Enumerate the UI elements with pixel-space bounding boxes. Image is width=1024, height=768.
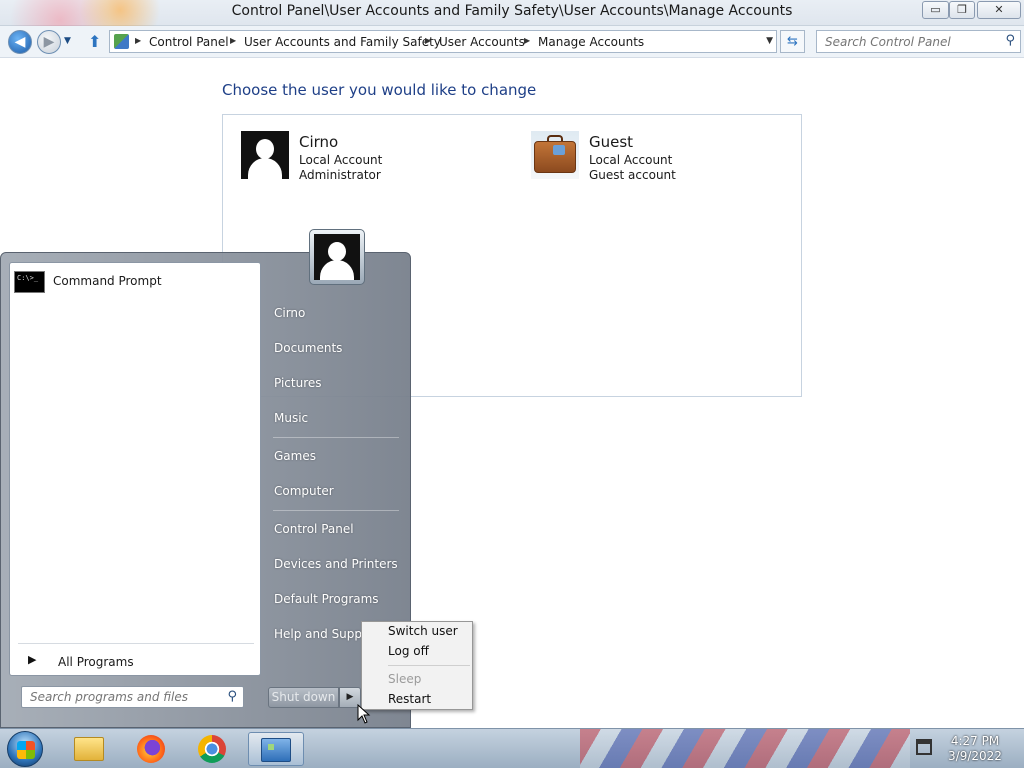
user-picture[interactable] — [309, 229, 365, 285]
command-prompt-icon: C:\>_ — [14, 271, 45, 293]
user-role: Guest account — [589, 168, 676, 182]
start-item-control-panel[interactable]: Control Panel — [274, 522, 354, 536]
breadcrumb-chevron-icon[interactable]: ▶ — [230, 36, 236, 45]
user-avatar-icon — [314, 234, 360, 280]
all-programs-button[interactable]: ▶ All Programs — [18, 653, 254, 673]
search-icon[interactable]: ⚲ — [1005, 33, 1015, 48]
user-account-type: Local Account — [589, 153, 673, 167]
wallpaper-decoration — [580, 729, 910, 768]
clock-date: 3/9/2022 — [948, 749, 1002, 763]
start-item-user[interactable]: Cirno — [274, 306, 305, 320]
menu-divider — [388, 665, 470, 666]
system-clock[interactable]: 4:27 PM 3/9/2022 — [940, 734, 1010, 764]
power-options-menu: Switch user Log off Sleep Restart — [361, 621, 473, 710]
menu-item-switch-user[interactable]: Switch user — [388, 624, 458, 638]
start-search-input[interactable] — [22, 687, 217, 707]
user-avatar-icon — [241, 131, 289, 179]
control-panel-icon — [114, 34, 129, 49]
page-heading: Choose the user you would like to change — [222, 81, 537, 99]
user-name: Guest — [589, 133, 634, 151]
start-item-devices-printers[interactable]: Devices and Printers — [274, 557, 398, 571]
chevron-right-icon: ▶ — [346, 692, 354, 702]
divider — [273, 510, 399, 511]
windows-explorer-icon[interactable] — [66, 732, 114, 766]
taskbar: 4:27 PM 3/9/2022 — [0, 728, 1024, 768]
chrome-icon[interactable] — [188, 732, 236, 766]
up-arrow-icon[interactable]: ⬆ — [88, 32, 101, 51]
menu-item-sleep: Sleep — [388, 672, 422, 686]
refresh-icon: ⇆ — [787, 34, 798, 49]
back-arrow-icon: ◀ — [14, 34, 26, 50]
breadcrumb-chevron-icon[interactable]: ▶ — [524, 36, 530, 45]
user-tile-cirno[interactable]: Cirno Local Account Administrator — [241, 131, 441, 182]
navigation-bar: ◀ ▶ ▼ ⬆ ▶ Control Panel ▶ User Accounts … — [0, 26, 1024, 58]
firefox-icon[interactable] — [127, 732, 175, 766]
refresh-button[interactable]: ⇆ — [780, 30, 805, 53]
breadcrumb-chevron-icon[interactable]: ▶ — [425, 36, 431, 45]
start-item-pictures[interactable]: Pictures — [274, 376, 322, 390]
maximize-button[interactable]: ❐ — [949, 1, 975, 19]
start-menu-programs-pane: C:\>_ Command Prompt ▶ All Programs — [9, 262, 261, 676]
start-item-games[interactable]: Games — [274, 449, 316, 463]
breadcrumb-chevron-icon[interactable]: ▶ — [135, 36, 141, 45]
breadcrumb-user-accounts[interactable]: User Accounts — [439, 35, 525, 49]
address-bar[interactable]: ▶ Control Panel ▶ User Accounts and Fami… — [109, 30, 777, 53]
shut-down-button[interactable]: Shut down — [268, 687, 339, 708]
forward-arrow-icon: ▶ — [43, 34, 55, 50]
search-input[interactable] — [817, 31, 997, 52]
user-role: Administrator — [299, 168, 381, 182]
start-item-computer[interactable]: Computer — [274, 484, 334, 498]
control-panel-taskbar-icon[interactable] — [248, 732, 304, 766]
user-name: Cirno — [299, 133, 339, 151]
forward-button[interactable]: ▶ — [37, 30, 61, 54]
network-icon[interactable] — [916, 739, 932, 755]
start-menu: C:\>_ Command Prompt ▶ All Programs ⚲ Ci… — [0, 229, 411, 728]
menu-item-restart[interactable]: Restart — [388, 692, 431, 706]
search-icon[interactable]: ⚲ — [227, 689, 237, 704]
address-dropdown-icon[interactable]: ▼ — [766, 36, 773, 46]
user-account-type: Local Account — [299, 153, 383, 167]
suitcase-avatar-icon — [531, 131, 579, 179]
user-tile-guest[interactable]: Guest Local Account Guest account — [531, 131, 731, 182]
divider — [18, 643, 254, 644]
start-search-box[interactable]: ⚲ — [21, 686, 244, 708]
program-command-prompt[interactable]: C:\>_ Command Prompt — [14, 271, 254, 293]
divider — [273, 437, 399, 438]
start-button[interactable] — [7, 731, 43, 767]
back-button[interactable]: ◀ — [8, 30, 32, 54]
all-programs-label: All Programs — [58, 655, 134, 669]
triangle-right-icon: ▶ — [28, 653, 37, 666]
control-panel-search[interactable]: ⚲ — [816, 30, 1021, 53]
mouse-cursor-icon — [357, 704, 371, 724]
window-titlebar: Control Panel\User Accounts and Family S… — [0, 0, 1024, 26]
window-title: Control Panel\User Accounts and Family S… — [231, 3, 793, 19]
recent-pages-dropdown[interactable]: ▼ — [64, 36, 71, 46]
start-item-default-programs[interactable]: Default Programs — [274, 592, 379, 606]
program-label: Command Prompt — [53, 274, 162, 288]
start-item-documents[interactable]: Documents — [274, 341, 342, 355]
start-item-music[interactable]: Music — [274, 411, 308, 425]
breadcrumb-control-panel[interactable]: Control Panel — [149, 35, 229, 49]
menu-item-log-off[interactable]: Log off — [388, 644, 429, 658]
close-button[interactable]: ✕ — [977, 1, 1021, 19]
clock-time: 4:27 PM — [950, 734, 1000, 748]
breadcrumb-manage-accounts[interactable]: Manage Accounts — [538, 35, 644, 49]
minimize-button[interactable]: ▭ — [922, 1, 949, 19]
breadcrumb-user-accounts-family-safety[interactable]: User Accounts and Family Safety — [244, 35, 441, 49]
windows-logo-icon — [17, 741, 35, 759]
